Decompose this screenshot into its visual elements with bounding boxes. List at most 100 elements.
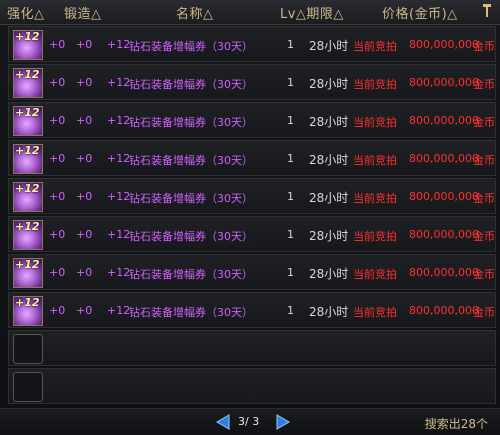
auction-row[interactable]: +12 +0 +0 +12 钻石装备增幅券（30天） 1 28小时 当前竞拍 8… [8, 178, 496, 214]
amplify-ticket-icon[interactable]: +12 [13, 106, 43, 136]
amplify-ticket-icon[interactable]: +12 [13, 68, 43, 98]
sort-lv-duration[interactable]: Lv△期限△ [280, 3, 344, 22]
item-name: 钻石装备增幅券（30天） [129, 116, 253, 129]
amplify-ticket-icon[interactable]: +12 [13, 258, 43, 288]
auction-row[interactable]: +12 +0 +0 +12 钻石装备增幅券（30天） 1 28小时 当前竞拍 8… [8, 292, 496, 328]
bid-status: 当前竞拍 [353, 116, 397, 129]
sort-price[interactable]: 价格(金币)△ [382, 3, 458, 22]
item-icon-label: +12 [15, 258, 40, 271]
price-currency: 金币 [473, 154, 495, 167]
amplify-value: +12 [107, 76, 131, 89]
item-duration: 28小时 [309, 267, 349, 281]
amplify-value: +12 [107, 152, 131, 165]
item-icon-label: +12 [15, 296, 40, 309]
item-icon-label: +12 [15, 182, 40, 195]
item-duration: 28小时 [309, 153, 349, 167]
item-price: 800,000,000 [409, 304, 479, 317]
amplify-ticket-icon[interactable]: +12 [13, 182, 43, 212]
item-level: 1 [287, 76, 294, 89]
item-duration: 28小时 [309, 77, 349, 91]
amplify-value: +12 [107, 304, 131, 317]
auction-row[interactable]: +12 +0 +0 +12 钻石装备增幅券（30天） 1 28小时 当前竞拍 8… [8, 102, 496, 138]
enhance-value: +0 [49, 76, 66, 89]
item-duration: 28小时 [309, 115, 349, 129]
enhance-value: +0 [49, 304, 66, 317]
forge-value: +0 [76, 152, 93, 165]
amplify-ticket-icon[interactable]: +12 [13, 296, 43, 326]
item-icon-label: +12 [15, 30, 40, 43]
price-currency: 金币 [473, 40, 495, 53]
price-currency: 金币 [473, 192, 495, 205]
empty-slot [13, 372, 43, 402]
item-name: 钻石装备增幅券（30天） [129, 268, 253, 281]
amplify-ticket-icon[interactable]: +12 [13, 144, 43, 174]
enhance-value: +0 [49, 38, 66, 51]
item-name: 钻石装备增幅券（30天） [129, 230, 253, 243]
auction-row[interactable]: +12 +0 +0 +12 钻石装备增幅券（30天） 1 28小时 当前竞拍 8… [8, 254, 496, 290]
item-level: 1 [287, 38, 294, 51]
item-level: 1 [287, 190, 294, 203]
item-name: 钻石装备增幅券（30天） [129, 78, 253, 91]
item-price: 800,000,000 [409, 38, 479, 51]
item-price: 800,000,000 [409, 76, 479, 89]
next-page-icon[interactable] [276, 414, 290, 430]
enhance-value: +0 [49, 190, 66, 203]
amplify-value: +12 [107, 38, 131, 51]
enhance-value: +0 [49, 266, 66, 279]
amplify-value: +12 [107, 114, 131, 127]
amplify-value: +12 [107, 228, 131, 241]
sort-forge[interactable]: 锻造△ [64, 3, 102, 22]
item-price: 800,000,000 [409, 266, 479, 279]
forge-value: +0 [76, 190, 93, 203]
footer-bar: 3/ 3 搜索出28个 [0, 408, 500, 435]
bid-status: 当前竞拍 [353, 230, 397, 243]
item-price: 800,000,000 [409, 152, 479, 165]
bid-status: 当前竞拍 [353, 268, 397, 281]
enhance-value: +0 [49, 114, 66, 127]
pin-icon[interactable] [482, 4, 492, 18]
bid-status: 当前竞拍 [353, 40, 397, 53]
auction-panel: 强化△ 锻造△ 名称△ Lv△期限△ 价格(金币)△ +12 +0 +0 +12… [0, 0, 500, 435]
forge-value: +0 [76, 266, 93, 279]
forge-value: +0 [76, 114, 93, 127]
auction-row[interactable]: +12 +0 +0 +12 钻石装备增幅券（30天） 1 28小时 当前竞拍 8… [8, 26, 496, 62]
enhance-value: +0 [49, 152, 66, 165]
item-level: 1 [287, 228, 294, 241]
amplify-ticket-icon[interactable]: +12 [13, 30, 43, 60]
item-level: 1 [287, 304, 294, 317]
item-name: 钻石装备增幅券（30天） [129, 306, 253, 319]
amplify-ticket-icon[interactable]: +12 [13, 220, 43, 250]
bid-status: 当前竞拍 [353, 192, 397, 205]
item-name: 钻石装备增幅券（30天） [129, 192, 253, 205]
enhance-value: +0 [49, 228, 66, 241]
price-currency: 金币 [473, 268, 495, 281]
item-icon-label: +12 [15, 68, 40, 81]
sort-name[interactable]: 名称△ [176, 3, 214, 22]
auction-row[interactable]: +12 +0 +0 +12 钻石装备增幅券（30天） 1 28小时 当前竞拍 8… [8, 140, 496, 176]
item-level: 1 [287, 114, 294, 127]
item-duration: 28小时 [309, 191, 349, 205]
forge-value: +0 [76, 228, 93, 241]
price-currency: 金币 [473, 78, 495, 91]
prev-page-icon[interactable] [216, 414, 230, 430]
empty-slot [13, 334, 43, 364]
forge-value: +0 [76, 76, 93, 89]
item-name: 钻石装备增幅券（30天） [129, 154, 253, 167]
sort-enhance[interactable]: 强化△ [7, 3, 45, 22]
item-level: 1 [287, 152, 294, 165]
search-result-count: 搜索出28个 [424, 417, 488, 431]
empty-row [8, 368, 496, 404]
item-price: 800,000,000 [409, 114, 479, 127]
amplify-value: +12 [107, 190, 131, 203]
bid-status: 当前竞拍 [353, 306, 397, 319]
auction-row[interactable]: +12 +0 +0 +12 钻石装备增幅券（30天） 1 28小时 当前竞拍 8… [8, 216, 496, 252]
auction-row[interactable]: +12 +0 +0 +12 钻石装备增幅券（30天） 1 28小时 当前竞拍 8… [8, 64, 496, 100]
forge-value: +0 [76, 304, 93, 317]
item-price: 800,000,000 [409, 190, 479, 203]
price-currency: 金币 [473, 116, 495, 129]
pagination: 3/ 3 [212, 413, 292, 431]
item-duration: 28小时 [309, 229, 349, 243]
item-name: 钻石装备增幅券（30天） [129, 40, 253, 53]
item-price: 800,000,000 [409, 228, 479, 241]
page-indicator: 3/ 3 [238, 415, 260, 428]
